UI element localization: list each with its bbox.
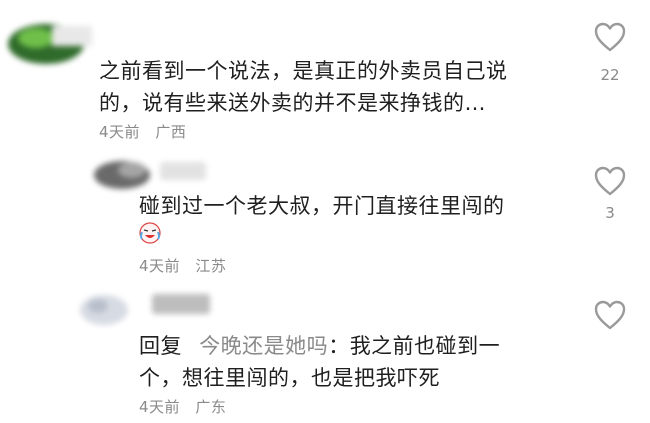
reply-to-username[interactable]: 今晚还是她吗 <box>199 334 328 358</box>
like-count: 22 <box>600 66 620 84</box>
like-count: 3 <box>605 204 615 222</box>
username[interactable] <box>160 162 206 180</box>
location: 江苏 <box>195 257 227 275</box>
like-button[interactable] <box>594 300 626 334</box>
comment-meta: 4天前 江苏 <box>139 255 236 276</box>
comment-line: 我之前也碰到一 <box>349 334 501 358</box>
comment-line: 回复 今晚还是她吗：我之前也碰到一 <box>139 330 579 362</box>
colon: ： <box>328 334 350 358</box>
comment-line: 之前看到一个说法，是真正的外卖员自己说 <box>99 59 508 83</box>
avatar[interactable] <box>6 16 94 68</box>
location: 广东 <box>195 398 227 416</box>
comment-meta: 4天前 广西 <box>99 121 196 142</box>
timestamp: 4天前 <box>139 398 181 416</box>
heart-outline-icon[interactable] <box>594 300 626 330</box>
crying-laughing-emoji <box>139 222 161 244</box>
location: 广西 <box>155 123 187 141</box>
reply-label: 回复 <box>139 334 182 358</box>
heart-outline-icon[interactable] <box>594 166 626 196</box>
comment-line: 的，说有些来送外卖的并不是来挣钱的… <box>99 91 486 115</box>
like-button[interactable] <box>594 22 626 56</box>
comment-meta: 4天前 广东 <box>139 396 236 417</box>
comment-line: 个，想往里闯的，也是把我吓死 <box>139 366 440 390</box>
like-button[interactable] <box>594 166 626 200</box>
timestamp: 4天前 <box>99 123 141 141</box>
username[interactable] <box>152 294 210 314</box>
comment-text: 碰到过一个老大叔，开门直接往里闯的 <box>139 194 505 218</box>
timestamp: 4天前 <box>139 257 181 275</box>
comment-text: 之前看到一个说法，是真正的外卖员自己说 的，说有些来送外卖的并不是来挣钱的… <box>99 55 569 119</box>
avatar[interactable] <box>78 292 130 328</box>
avatar[interactable] <box>92 158 152 192</box>
heart-outline-icon[interactable] <box>594 22 626 52</box>
comment-text: 回复 今晚还是她吗：我之前也碰到一 个，想往里闯的，也是把我吓死 <box>139 330 579 394</box>
